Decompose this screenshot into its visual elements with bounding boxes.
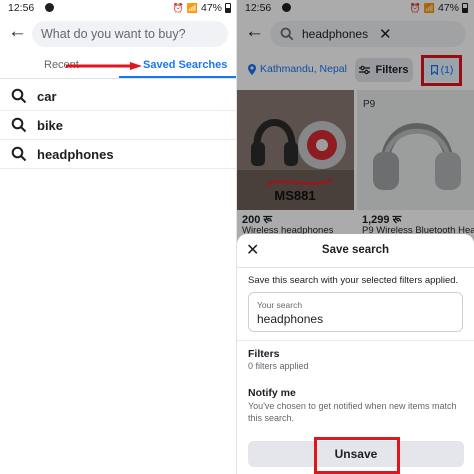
alarm-icon: ⏰ [172,2,184,13]
saved-search-label: headphones [37,146,114,162]
product-photo: MS881 [237,90,354,210]
search-icon [11,146,27,162]
product-image[interactable]: MS881 [237,90,354,210]
status-bar: 12:56 ⏰ 📶 47% [0,0,237,16]
search-bar[interactable] [32,21,228,47]
sheet-divider [237,267,474,268]
location-selector[interactable]: Kathmandu, Nepal [248,63,347,75]
sheet-title: Save search [321,244,390,256]
saved-search-item-car[interactable]: car [0,82,237,111]
sheet-divider [237,340,474,341]
tab-saved-searches[interactable]: Saved Searches [143,59,227,71]
search-icon [280,27,294,41]
search-results-screen: 12:56 ⏰ 📶 47% ← headphones ✕ Kathmandu, … [237,0,474,474]
saved-search-item-bike[interactable]: bike [0,111,237,140]
filters-subtext: 0 filters applied [248,361,309,371]
annotation-arrow-icon [66,62,142,70]
battery-icon [462,3,468,13]
search-icon [11,88,27,104]
clear-icon[interactable]: ✕ [379,25,456,43]
status-icons: ⏰ 📶 47% [173,2,231,14]
messenger-icon [282,3,291,12]
saved-searches-screen: 12:56 ⏰ 📶 47% ← Recent Saved Searches ca… [0,0,237,474]
battery-icon [225,3,231,13]
saved-search-label: car [37,88,57,104]
sliders-icon [359,65,371,75]
back-arrow-icon[interactable]: ← [245,22,264,41]
search-query[interactable]: headphones [302,27,379,41]
search-bar[interactable]: headphones ✕ [270,21,466,47]
back-arrow-icon[interactable]: ← [8,22,27,41]
your-search-field[interactable]: Your search headphones [248,292,463,332]
wifi-icon: 📶 [186,2,198,13]
filters-heading: Filters [248,348,280,360]
tabs-divider [0,78,237,79]
status-time: 12:56 [245,2,272,14]
product-image-text: P9 [363,99,376,110]
battery-percent: 47% [437,2,459,14]
location-pin-icon [248,63,256,75]
wifi-icon: 📶 [423,2,435,13]
notify-heading: Notify me [248,387,296,399]
saved-search-label: bike [37,117,64,133]
save-search-sheet: ✕ Save search Save this search with your… [237,234,474,474]
status-bar: 12:56 ⏰ 📶 47% [237,0,474,16]
highlight-box [421,55,462,86]
your-search-label: Your search [257,300,303,310]
status-icons: ⏰ 📶 47% [410,2,468,14]
your-search-value[interactable]: headphones [257,312,454,326]
product-image[interactable]: P9 [357,90,474,210]
notify-subtext: You've chosen to get notified when new i… [248,401,457,423]
filters-label: Filters [375,64,409,76]
search-icon [11,117,27,133]
alarm-icon: ⏰ [409,2,421,13]
product-image-text: MS881 [274,188,315,203]
saved-search-list: car bike headphones [0,82,237,169]
saved-search-item-headphones[interactable]: headphones [0,140,237,169]
product-photo: P9 [357,90,474,210]
messenger-icon [45,3,54,12]
highlight-box [314,437,400,474]
filters-button[interactable]: Filters [355,58,413,82]
search-input[interactable] [41,27,219,41]
sheet-description: Save this search with your selected filt… [248,275,459,286]
battery-percent: 47% [200,2,222,14]
location-label: Kathmandu, Nepal [260,63,347,75]
status-time: 12:56 [8,2,35,14]
